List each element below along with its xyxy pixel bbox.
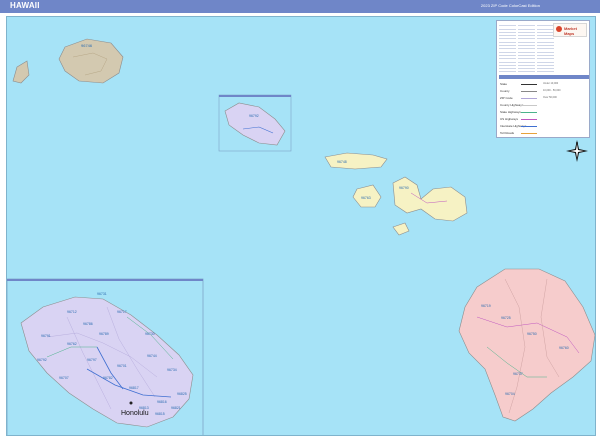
oahu-zip-1: 96712 — [67, 310, 77, 314]
header-bar: HAWAII 2023 ZIP Code ColorCast Edition — [0, 0, 600, 13]
legend-header-bar — [499, 75, 589, 79]
honolulu-dot — [129, 401, 133, 405]
big-island — [458, 268, 595, 422]
oahu-zip-20: 96825 — [177, 392, 187, 396]
molokai-zip-label: 96748 — [337, 160, 347, 164]
oahu-zip-15: 96817 — [129, 386, 139, 390]
big-island-zip-1: 96719 — [481, 304, 491, 308]
map-poster: HAWAII 2023 ZIP Code ColorCast Edition 9… — [0, 0, 600, 440]
legend-keys: State Under 10,000 County 10,000 - 50,00… — [499, 75, 589, 137]
oahu-zip-14: 96734 — [167, 368, 177, 372]
legend-row-interstate: Interstate Highways — [499, 123, 589, 130]
oahu-zip-7: 96707 — [59, 376, 69, 380]
legend-row-county-hwy: County Highways — [499, 102, 589, 109]
compass-rose-icon: N — [566, 140, 588, 162]
big-island-zip-2: 96725 — [501, 316, 511, 320]
legend-row-us-hwy: US Highways — [499, 116, 589, 123]
big-island-zip-6: 96704 — [505, 392, 515, 396]
oahu-zip-18: 96816 — [157, 400, 167, 404]
oahu-zip-8: 96797 — [87, 358, 97, 362]
logo-icon — [556, 26, 562, 32]
oahu-zip-5: 96762 — [67, 342, 77, 346]
edition-label: 2023 ZIP Code ColorCast Edition — [480, 3, 540, 8]
legend-row-county: County 10,000 - 50,000 — [500, 89, 561, 93]
oahu-inset-zip: 96792 — [249, 114, 259, 118]
legend-row-state-hwy: State Highways — [499, 109, 589, 116]
big-island-zip-4: 96760 — [559, 346, 569, 350]
kahoolawe-island — [392, 222, 410, 236]
big-island-zip-3: 96750 — [527, 332, 537, 336]
oahu-zip-3: 96717 — [117, 310, 127, 314]
legend-panel: Market Maps State Under 10,000 County 10… — [496, 20, 590, 138]
publisher-logo: Market Maps — [553, 23, 587, 37]
oahu-zip-13: 96744 — [147, 354, 157, 358]
niihau-island — [12, 60, 30, 84]
oahu-zip-6: 96792 — [37, 358, 47, 362]
oahu-zip-19: 96821 — [171, 406, 181, 410]
compass-north-label: N — [576, 141, 578, 145]
legend-row-state: State Under 10,000 — [500, 82, 559, 86]
legend-row-zip: ZIP Code Over 50,000 — [500, 96, 557, 100]
maui-island — [392, 176, 468, 222]
honolulu-label: Honolulu — [121, 410, 149, 417]
oahu-zip-10: 96701 — [117, 364, 127, 368]
molokai-island — [324, 152, 388, 170]
kauai-zip-label: 96746 — [81, 43, 93, 48]
legend-row-toll: Toll Roads — [499, 130, 589, 137]
oahu-zip-2: 96791 — [41, 334, 51, 338]
zip-index-table — [499, 23, 555, 73]
oahu-zip-11: 96789 — [99, 332, 109, 336]
maui-zip-label: 96790 — [399, 186, 409, 190]
logo-text: Market Maps — [564, 26, 577, 36]
oahu-zip-0: 96731 — [97, 292, 107, 296]
oahu-zip-17: 96815 — [155, 412, 165, 416]
map-title: HAWAII — [10, 1, 40, 10]
oahu-zip-4: 96730 — [145, 332, 155, 336]
big-island-zip-5: 96737 — [513, 372, 523, 376]
lanai-zip-label: 96763 — [361, 196, 371, 200]
oahu-zip-9: 96782 — [103, 376, 113, 380]
oahu-zip-12: 96786 — [83, 322, 93, 326]
